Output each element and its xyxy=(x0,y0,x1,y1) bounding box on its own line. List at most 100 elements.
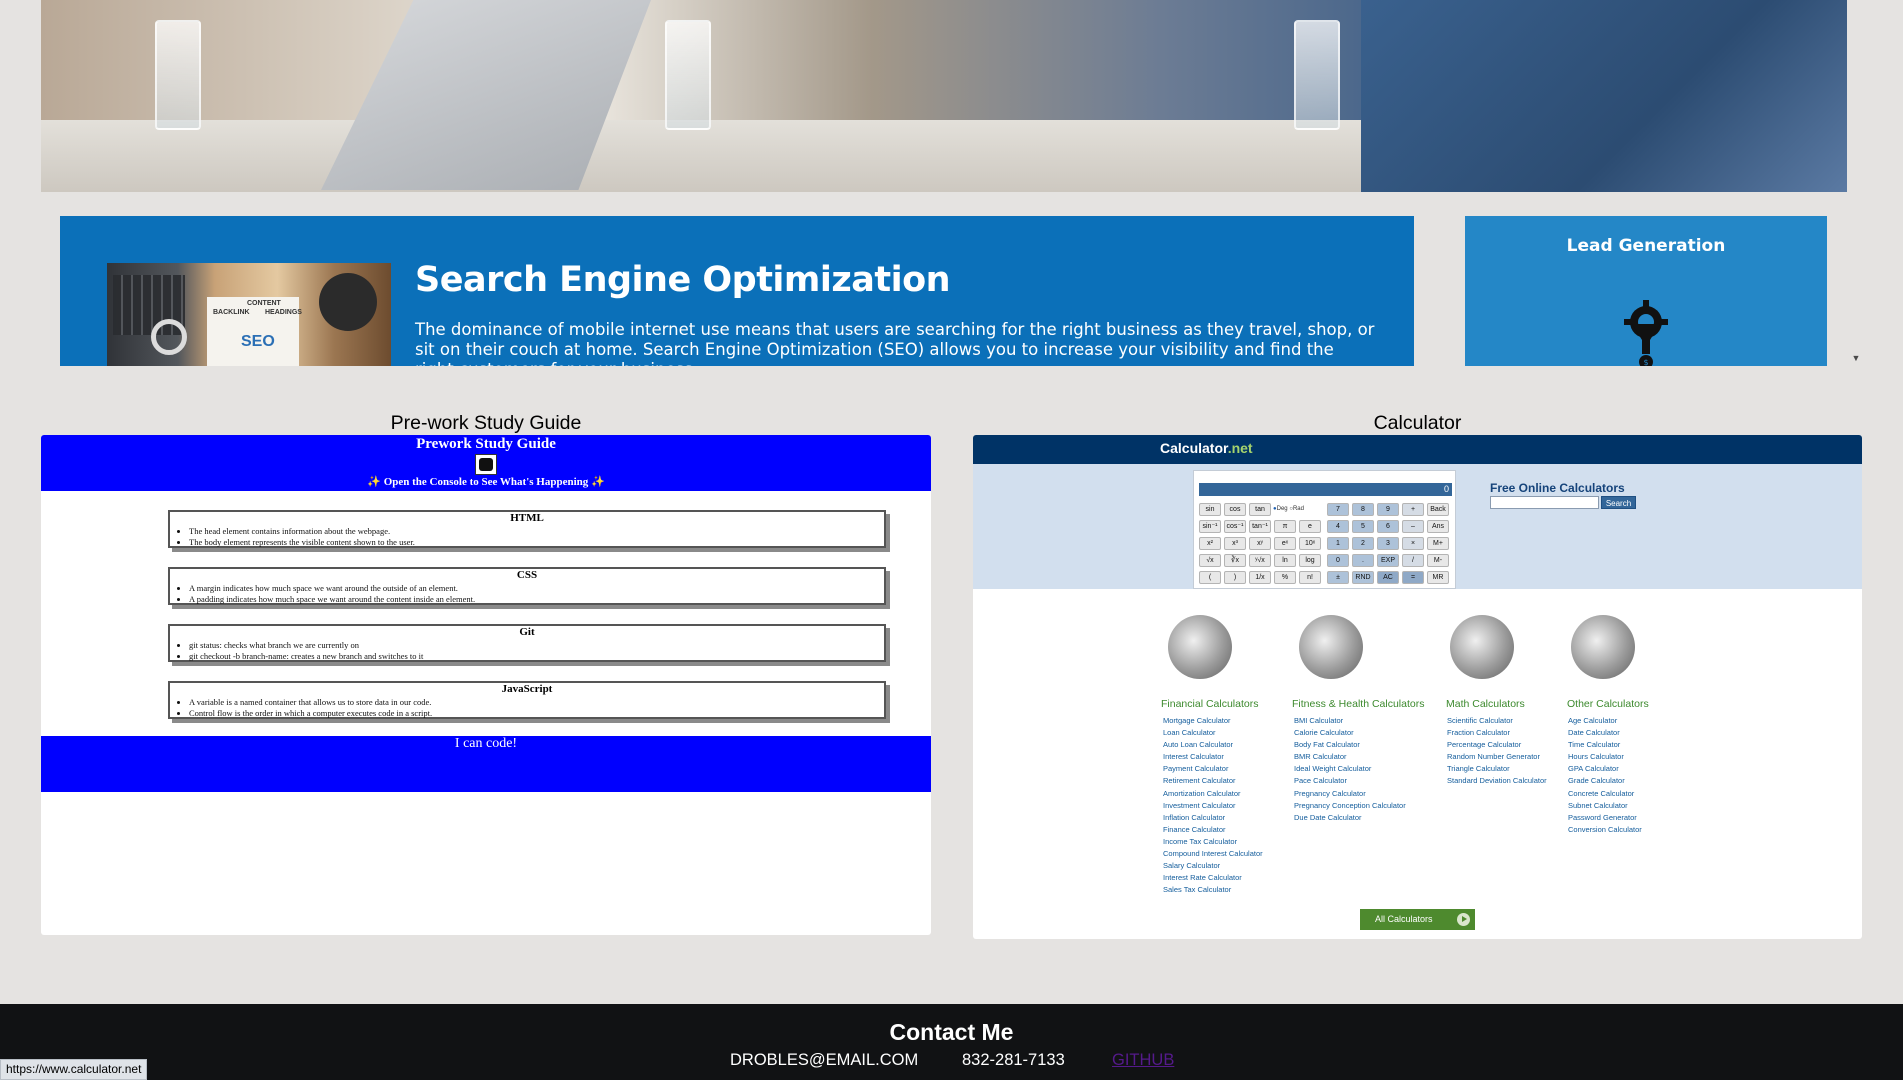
calc-key[interactable]: 1 xyxy=(1327,537,1349,550)
calc-key[interactable]: % xyxy=(1274,571,1296,584)
calc-link[interactable]: Grade Calculator xyxy=(1568,775,1642,787)
calc-link[interactable]: Interest Rate Calculator xyxy=(1163,872,1263,884)
calc-key[interactable]: M- xyxy=(1427,554,1449,567)
calc-key[interactable]: = xyxy=(1402,571,1424,584)
calc-link[interactable]: Retirement Calculator xyxy=(1163,775,1263,787)
calc-key[interactable]: n! xyxy=(1299,571,1321,584)
calc-key[interactable]: 9 xyxy=(1377,503,1399,516)
calc-key[interactable]: ± xyxy=(1327,571,1349,584)
calc-key[interactable]: × xyxy=(1402,537,1424,550)
calc-key[interactable]: 7 xyxy=(1327,503,1349,516)
calc-key[interactable]: + xyxy=(1402,503,1424,516)
category-title[interactable]: Math Calculators xyxy=(1446,698,1525,710)
contact-email[interactable]: DROBLES@EMAIL.COM xyxy=(730,1051,918,1070)
calc-key[interactable]: RND xyxy=(1352,571,1374,584)
calc-key[interactable]: π xyxy=(1274,520,1296,533)
calc-key[interactable]: 1/x xyxy=(1249,571,1271,584)
calc-link[interactable]: Pregnancy Conception Calculator xyxy=(1294,800,1406,812)
calculator-preview-frame[interactable]: Calculator.net 0 ●Deg ○Rad sin cos tan 7 8 9 +… xyxy=(973,435,1862,939)
calc-key[interactable]: 0 xyxy=(1327,554,1349,567)
calc-link[interactable]: GPA Calculator xyxy=(1568,763,1642,775)
category-title[interactable]: Fitness & Health Calculators xyxy=(1292,698,1424,710)
calc-key[interactable]: e xyxy=(1299,520,1321,533)
calc-key[interactable]: cos xyxy=(1224,503,1246,516)
calc-link[interactable]: Finance Calculator xyxy=(1163,824,1263,836)
calc-key[interactable]: sin⁻¹ xyxy=(1199,520,1221,533)
calc-link[interactable]: Sales Tax Calculator xyxy=(1163,884,1263,896)
calc-link[interactable]: Percentage Calculator xyxy=(1447,739,1547,751)
calc-key[interactable]: tan xyxy=(1249,503,1271,516)
category-title[interactable]: Financial Calculators xyxy=(1161,698,1258,710)
calc-key[interactable]: ln xyxy=(1274,554,1296,567)
calc-key[interactable]: 8 xyxy=(1352,503,1374,516)
calc-link[interactable]: Calorie Calculator xyxy=(1294,727,1406,739)
calc-link[interactable]: Due Date Calculator xyxy=(1294,812,1406,824)
calc-key[interactable]: eˣ xyxy=(1274,537,1296,550)
calc-key[interactable]: √x xyxy=(1199,554,1221,567)
calc-link[interactable]: Auto Loan Calculator xyxy=(1163,739,1263,751)
calc-link[interactable]: BMI Calculator xyxy=(1294,715,1406,727)
calc-key[interactable]: – xyxy=(1402,520,1424,533)
calc-key[interactable]: MR xyxy=(1427,571,1449,584)
github-link[interactable]: GITHUB xyxy=(1112,1051,1174,1070)
calc-key[interactable]: ∛x xyxy=(1224,554,1246,567)
fitness-photo[interactable] xyxy=(1299,615,1363,679)
scroll-down-arrow-icon[interactable]: ▼ xyxy=(1849,352,1863,364)
calc-link[interactable]: Triangle Calculator xyxy=(1447,763,1547,775)
calc-key[interactable]: EXP xyxy=(1377,554,1399,567)
calc-link[interactable]: Interest Calculator xyxy=(1163,751,1263,763)
calc-key[interactable]: 10ˣ xyxy=(1299,537,1321,550)
calc-link[interactable]: Pace Calculator xyxy=(1294,775,1406,787)
calc-key[interactable]: log xyxy=(1299,554,1321,567)
other-photo[interactable] xyxy=(1571,615,1635,679)
all-calculators-button[interactable]: All Calculators xyxy=(1360,909,1475,930)
calc-key[interactable]: M+ xyxy=(1427,537,1449,550)
calc-link[interactable]: Conversion Calculator xyxy=(1568,824,1642,836)
calc-link[interactable]: Subnet Calculator xyxy=(1568,800,1642,812)
calc-link[interactable]: Loan Calculator xyxy=(1163,727,1263,739)
calc-key[interactable]: . xyxy=(1352,554,1374,567)
calc-key[interactable]: 2 xyxy=(1352,537,1374,550)
calc-search-input[interactable] xyxy=(1490,496,1599,509)
deg-rad-toggle[interactable]: ●Deg ○Rad xyxy=(1273,506,1304,512)
calc-key[interactable]: 3 xyxy=(1377,537,1399,550)
calc-key[interactable]: 5 xyxy=(1352,520,1374,533)
calc-link[interactable]: Date Calculator xyxy=(1568,727,1642,739)
calc-key[interactable]: Back xyxy=(1427,503,1449,516)
calc-key[interactable]: ʸ√x xyxy=(1249,554,1271,567)
calc-key[interactable]: / xyxy=(1402,554,1424,567)
calc-key[interactable]: xʸ xyxy=(1249,537,1271,550)
calc-link[interactable]: Scientific Calculator xyxy=(1447,715,1547,727)
calc-key[interactable]: ( xyxy=(1199,571,1221,584)
math-photo[interactable] xyxy=(1450,615,1514,679)
calc-link[interactable]: Ideal Weight Calculator xyxy=(1294,763,1406,775)
frame-scrollbar[interactable] xyxy=(1847,0,1866,366)
prework-preview-frame[interactable]: Prework Study Guide ✨ Open the Console t… xyxy=(41,435,931,935)
calc-key[interactable]: 6 xyxy=(1377,520,1399,533)
calc-key[interactable]: x² xyxy=(1199,537,1221,550)
calc-key[interactable]: x³ xyxy=(1224,537,1246,550)
calc-link[interactable]: Investment Calculator xyxy=(1163,800,1263,812)
calc-logo[interactable]: Calculator.net xyxy=(1160,440,1253,456)
calc-link[interactable]: Age Calculator xyxy=(1568,715,1642,727)
calc-key[interactable]: sin xyxy=(1199,503,1221,516)
calc-link[interactable]: Pregnancy Calculator xyxy=(1294,788,1406,800)
calc-key[interactable]: tan⁻¹ xyxy=(1249,520,1271,533)
calc-search-button[interactable]: Search xyxy=(1601,496,1636,509)
calc-link[interactable]: Concrete Calculator xyxy=(1568,788,1642,800)
calc-link[interactable]: Time Calculator xyxy=(1568,739,1642,751)
category-title[interactable]: Other Calculators xyxy=(1567,698,1649,710)
financial-photo[interactable] xyxy=(1168,615,1232,679)
calc-link[interactable]: Salary Calculator xyxy=(1163,860,1263,872)
calc-link[interactable]: Body Fat Calculator xyxy=(1294,739,1406,751)
calc-link[interactable]: Hours Calculator xyxy=(1568,751,1642,763)
calc-key[interactable]: 4 xyxy=(1327,520,1349,533)
calc-link[interactable]: Payment Calculator xyxy=(1163,763,1263,775)
calc-link[interactable]: BMR Calculator xyxy=(1294,751,1406,763)
calc-link[interactable]: Standard Deviation Calculator xyxy=(1447,775,1547,787)
calc-link[interactable]: Random Number Generator xyxy=(1447,751,1547,763)
calc-link[interactable]: Inflation Calculator xyxy=(1163,812,1263,824)
calc-key[interactable]: AC xyxy=(1377,571,1399,584)
calc-key[interactable]: Ans xyxy=(1427,520,1449,533)
calc-link[interactable]: Amortization Calculator xyxy=(1163,788,1263,800)
